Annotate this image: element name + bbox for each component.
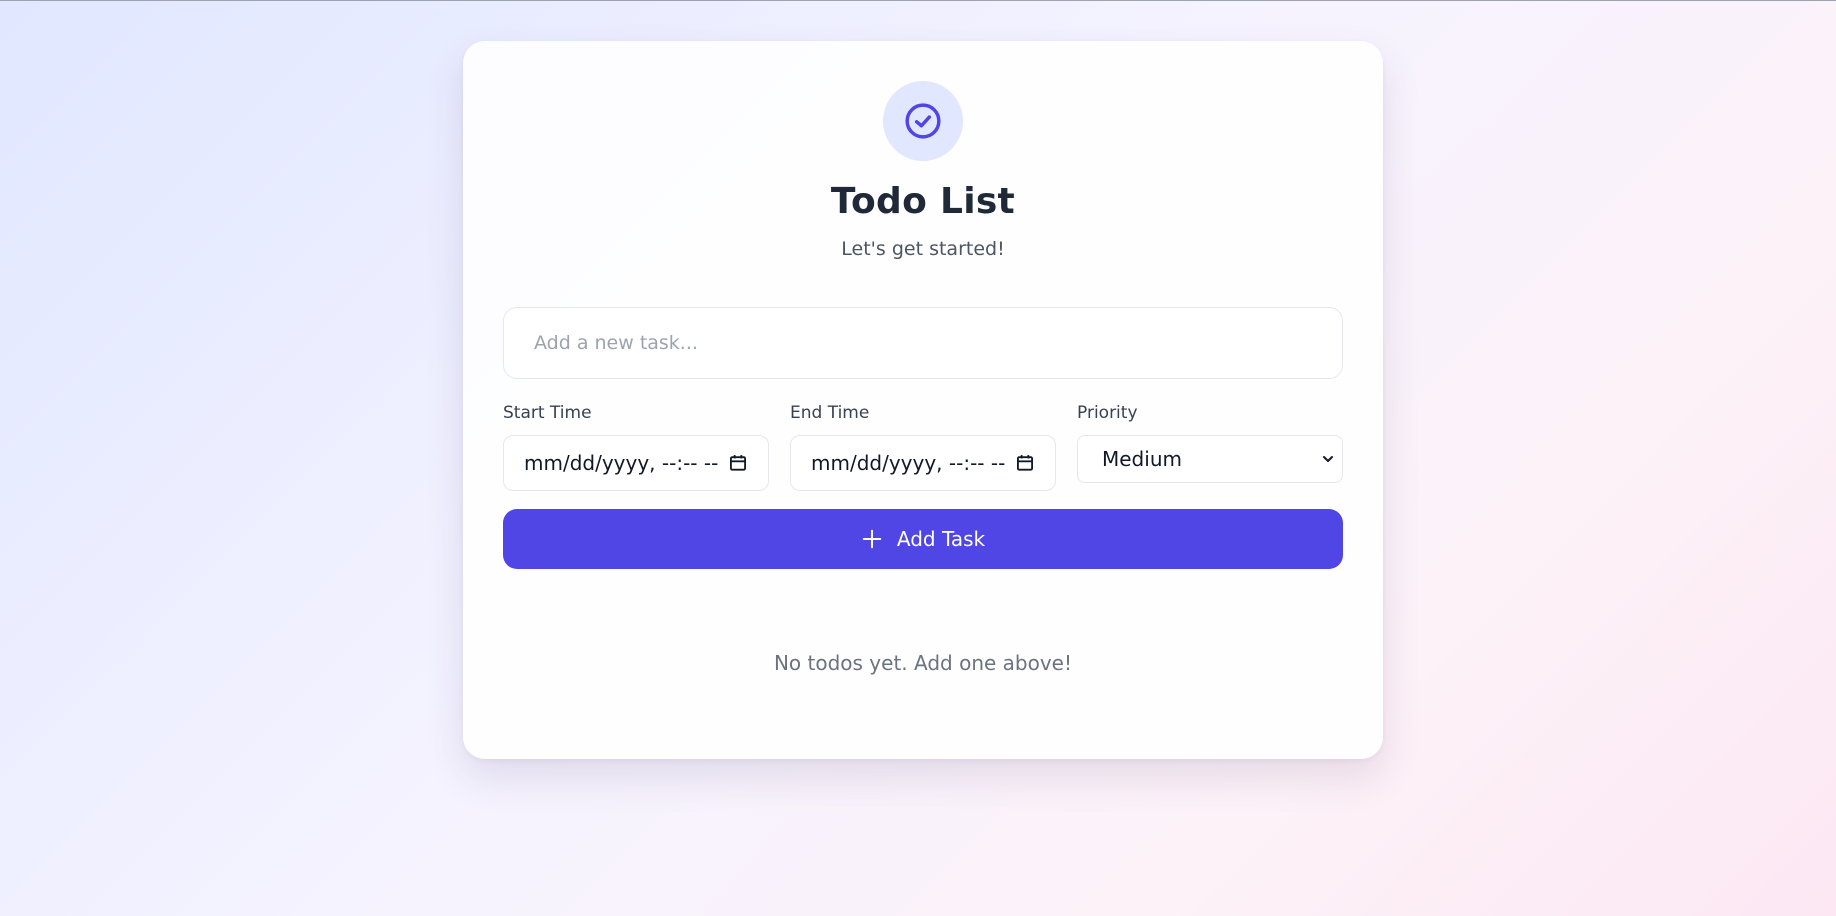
- start-time-value: mm/dd/yyyy, --:-- --: [524, 451, 719, 475]
- page-subtitle: Let's get started!: [841, 238, 1005, 260]
- priority-field: Priority Medium: [1077, 401, 1343, 483]
- start-time-label: Start Time: [503, 403, 592, 423]
- plus-icon: [862, 529, 882, 549]
- add-task-button[interactable]: Add Task: [503, 509, 1343, 569]
- new-task-input[interactable]: [503, 307, 1343, 379]
- priority-select[interactable]: Medium: [1077, 435, 1343, 483]
- calendar-icon[interactable]: [728, 453, 748, 473]
- start-time-input[interactable]: mm/dd/yyyy, --:-- --: [503, 435, 769, 491]
- priority-selected-value: Medium: [1102, 447, 1182, 471]
- logo-badge: [883, 81, 963, 161]
- check-circle-icon: [905, 103, 941, 139]
- calendar-icon[interactable]: [1015, 453, 1035, 473]
- end-time-label: End Time: [790, 403, 870, 423]
- priority-label: Priority: [1077, 403, 1138, 423]
- end-time-field: End Time mm/dd/yyyy, --:-- --: [790, 401, 1056, 491]
- add-task-label: Add Task: [896, 527, 986, 551]
- empty-state-message: No todos yet. Add one above!: [773, 651, 1073, 675]
- todo-card: Todo List Let's get started! Start Time …: [463, 41, 1383, 759]
- end-time-input[interactable]: mm/dd/yyyy, --:-- --: [790, 435, 1056, 491]
- page-title: Todo List: [830, 181, 1016, 222]
- start-time-field: Start Time mm/dd/yyyy, --:-- --: [503, 401, 769, 491]
- end-time-value: mm/dd/yyyy, --:-- --: [811, 451, 1006, 475]
- chevron-down-icon: [1323, 456, 1333, 462]
